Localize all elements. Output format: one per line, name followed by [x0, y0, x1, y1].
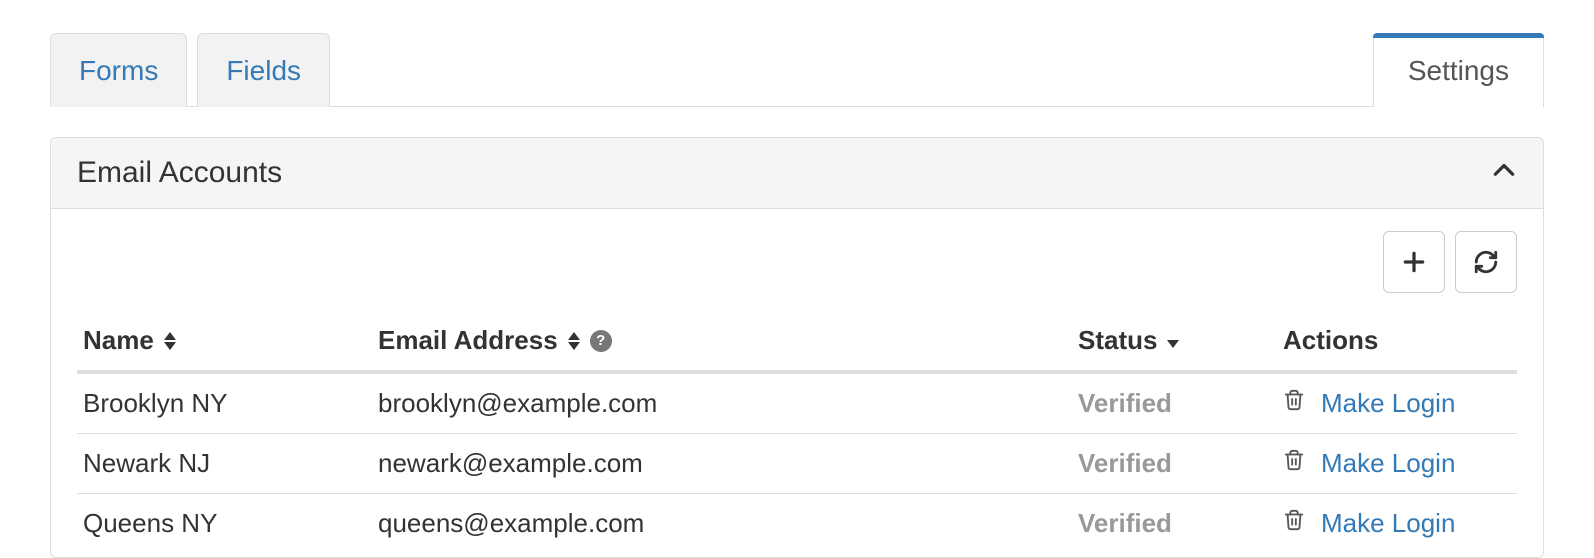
column-label: Name: [83, 325, 154, 356]
trash-icon[interactable]: [1283, 448, 1305, 479]
cell-email: newark@example.com: [372, 434, 1072, 494]
cell-actions: Make Login: [1277, 434, 1517, 494]
trash-icon[interactable]: [1283, 508, 1305, 539]
tab-settings[interactable]: Settings: [1373, 33, 1544, 107]
tab-forms[interactable]: Forms: [50, 33, 187, 107]
panel-header[interactable]: Email Accounts: [51, 138, 1543, 209]
email-accounts-panel: Email Accounts: [50, 137, 1544, 558]
table-row: Queens NYqueens@example.comVerified Make …: [77, 494, 1517, 554]
cell-name: Newark NJ: [77, 434, 372, 494]
make-login-link[interactable]: Make Login: [1321, 448, 1455, 479]
trash-icon[interactable]: [1283, 388, 1305, 419]
table-row: Brooklyn NYbrooklyn@example.comVerified M…: [77, 372, 1517, 434]
column-header-actions: Actions: [1277, 315, 1517, 372]
panel-toolbar: [77, 231, 1517, 293]
sort-icon: [566, 331, 582, 351]
make-login-link[interactable]: Make Login: [1321, 388, 1455, 419]
email-accounts-table: Name Email Address: [77, 315, 1517, 553]
panel-title: Email Accounts: [77, 156, 282, 190]
column-label: Email Address: [378, 325, 558, 356]
refresh-icon: [1473, 249, 1499, 275]
cell-email: brooklyn@example.com: [372, 372, 1072, 434]
tab-bar: Forms Fields Settings: [50, 22, 1544, 107]
table-row: Newark NJnewark@example.comVerified Make …: [77, 434, 1517, 494]
cell-email: queens@example.com: [372, 494, 1072, 554]
cell-name: Queens NY: [77, 494, 372, 554]
cell-actions: Make Login: [1277, 494, 1517, 554]
column-header-email[interactable]: Email Address ?: [372, 315, 1072, 372]
help-icon[interactable]: ?: [590, 330, 612, 352]
panel-body: Name Email Address: [51, 209, 1543, 557]
cell-actions: Make Login: [1277, 372, 1517, 434]
refresh-button[interactable]: [1455, 231, 1517, 293]
cell-name: Brooklyn NY: [77, 372, 372, 434]
cell-status: Verified: [1072, 372, 1277, 434]
column-header-status[interactable]: Status: [1072, 315, 1277, 372]
tab-fields[interactable]: Fields: [197, 33, 330, 107]
sort-icon: [162, 331, 178, 351]
add-button[interactable]: [1383, 231, 1445, 293]
caret-down-icon: [1165, 325, 1181, 356]
plus-icon: [1401, 249, 1427, 275]
column-label: Actions: [1283, 325, 1378, 355]
make-login-link[interactable]: Make Login: [1321, 508, 1455, 539]
status-badge: Verified: [1078, 388, 1172, 418]
status-badge: Verified: [1078, 508, 1172, 538]
column-label: Status: [1078, 325, 1157, 356]
cell-status: Verified: [1072, 434, 1277, 494]
chevron-up-icon: [1491, 158, 1517, 189]
cell-status: Verified: [1072, 494, 1277, 554]
status-badge: Verified: [1078, 448, 1172, 478]
column-header-name[interactable]: Name: [77, 315, 372, 372]
